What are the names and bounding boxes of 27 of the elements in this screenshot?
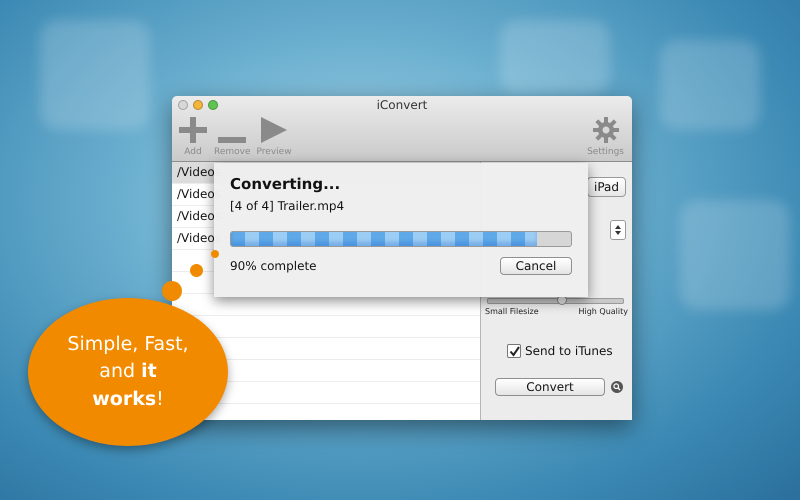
toolbar-button[interactable]: Preview (256, 113, 292, 157)
current-file: [4 of 4] Trailer.mp4 (230, 199, 344, 213)
sheet-title: Converting... (230, 175, 342, 193)
minus-icon (218, 137, 246, 143)
checkbox-label: Send to iTunes (525, 344, 613, 358)
toolbar-button[interactable]: Settings (587, 113, 624, 157)
cancel-button[interactable]: Cancel (500, 257, 572, 275)
tagline: Simple, Fast, and it works! (66, 332, 190, 412)
close-button[interactable] (178, 100, 188, 110)
slider-label: Small Filesize (485, 307, 539, 316)
toolbar-button[interactable]: Remove (214, 113, 251, 157)
gear-icon (592, 117, 619, 143)
checkbox[interactable] (507, 344, 521, 358)
plus-icon (179, 117, 207, 143)
minimize-button[interactable] (193, 100, 203, 110)
progress-status: 90% complete (230, 259, 317, 273)
popup-stepper[interactable] (610, 220, 626, 240)
window-title: iConvert (376, 98, 428, 112)
zoom-button[interactable] (208, 100, 218, 110)
slider-label: High Quality (578, 307, 628, 316)
convert-button[interactable]: Convert (495, 378, 605, 396)
play-icon (261, 117, 288, 143)
bubble-dot (162, 281, 182, 301)
device-segment[interactable]: iPad (586, 177, 626, 197)
toolbar-button[interactable]: Add (178, 113, 208, 157)
search-icon[interactable] (611, 381, 623, 393)
stepper-arrows-icon (615, 225, 621, 235)
